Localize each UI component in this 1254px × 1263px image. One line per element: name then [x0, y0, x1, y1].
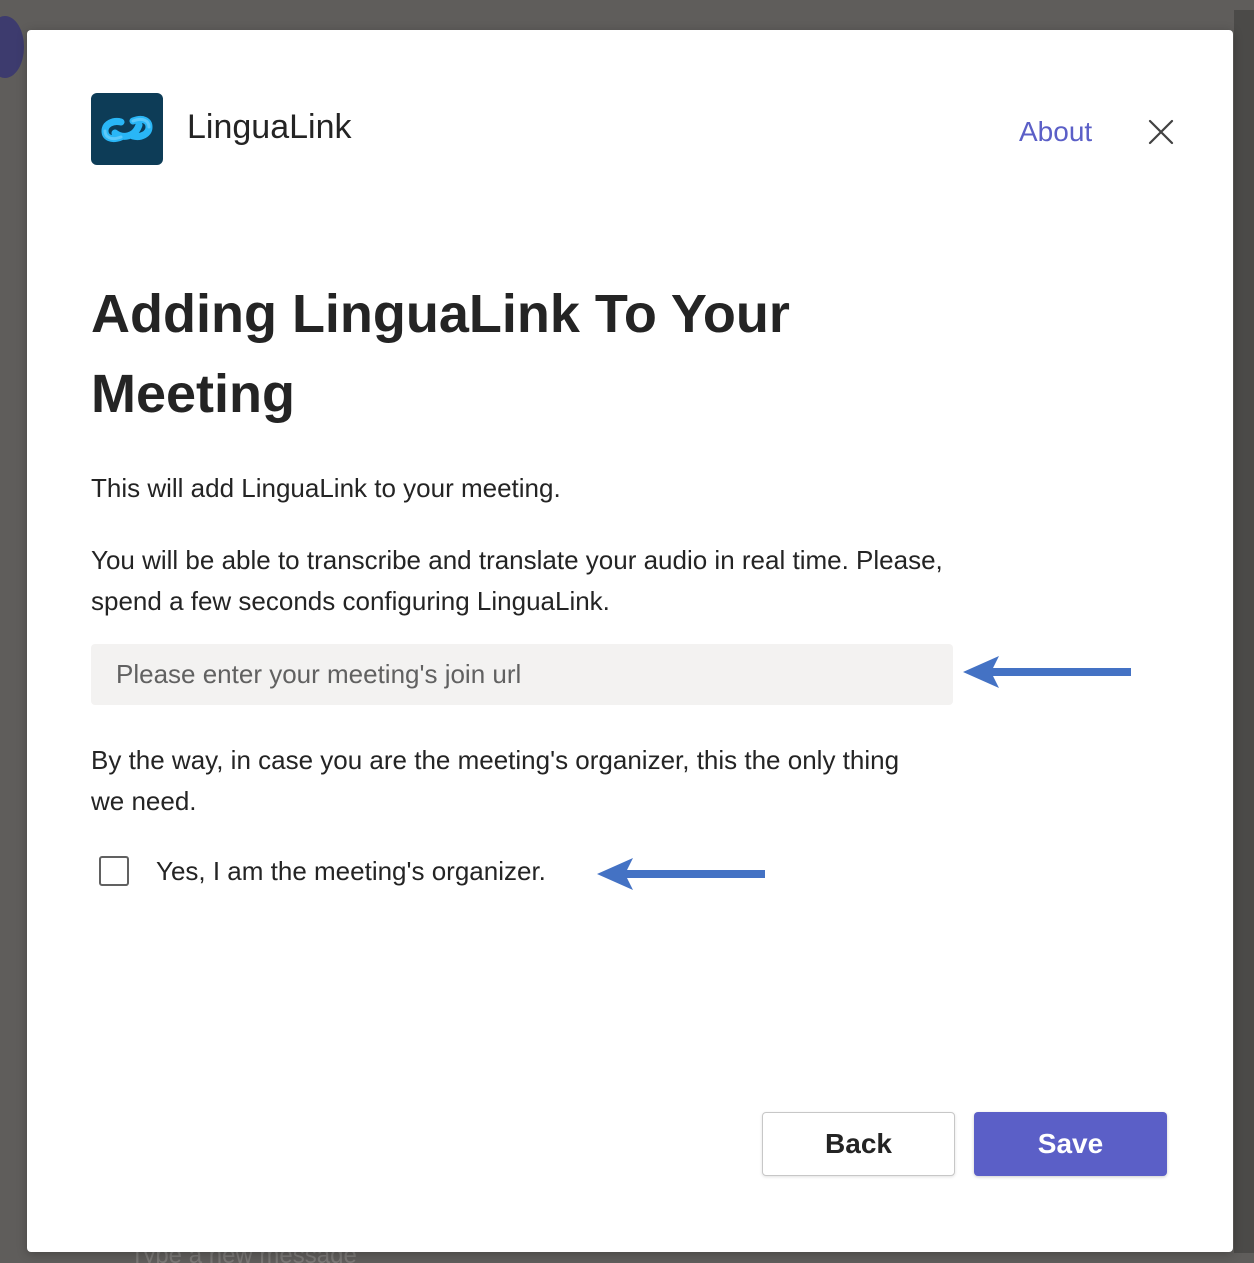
organizer-checkbox-row[interactable]: Yes, I am the meeting's organizer.: [99, 853, 546, 889]
close-icon[interactable]: [1143, 114, 1179, 150]
background-strip: [1234, 10, 1254, 1253]
join-url-input[interactable]: [91, 644, 953, 705]
page-title: Adding LinguaLink To Your Meeting: [91, 284, 790, 424]
background-avatar: [0, 16, 24, 78]
left-arrow-icon: [963, 656, 1131, 688]
organizer-checkbox-label[interactable]: Yes, I am the meeting's organizer.: [156, 856, 546, 887]
intro-text: This will add LinguaLink to your meeting…: [91, 473, 561, 503]
back-button[interactable]: Back: [762, 1112, 955, 1176]
about-link[interactable]: About: [1019, 116, 1092, 148]
organizer-checkbox[interactable]: [99, 856, 129, 886]
app-logo-icon: [91, 93, 163, 165]
left-arrow-icon: [597, 858, 765, 890]
add-app-dialog: LinguaLink About Adding LinguaLink To Yo…: [27, 30, 1233, 1252]
description-text: You will be able to transcribe and trans…: [91, 545, 943, 616]
organizer-note: By the way, in case you are the meeting'…: [91, 745, 900, 816]
save-button[interactable]: Save: [974, 1112, 1167, 1176]
app-name: LinguaLink: [187, 108, 352, 146]
